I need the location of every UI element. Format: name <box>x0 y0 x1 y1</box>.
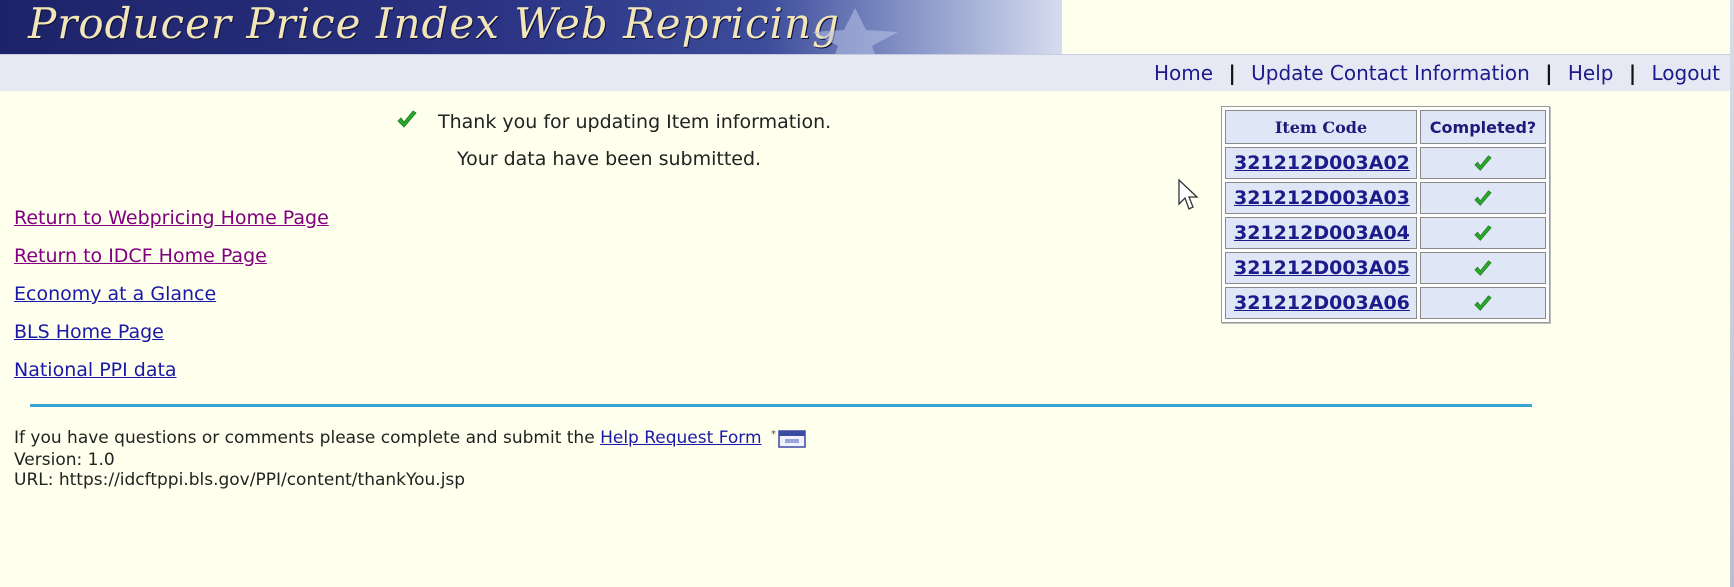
table-row: 321212D003A02 <box>1225 147 1546 179</box>
item-code-link[interactable]: 321212D003A02 <box>1234 152 1410 174</box>
banner-star-graphic <box>812 8 898 54</box>
section-divider <box>30 404 1532 407</box>
completed-cell <box>1420 217 1546 249</box>
table-row: 321212D003A05 <box>1225 252 1546 284</box>
side-links: Return to Webpricing Home Page Return to… <box>14 207 329 397</box>
mouse-cursor-icon <box>1178 178 1199 210</box>
header-banner: Producer Price Index Web Repricing <box>0 0 1062 54</box>
top-nav-bar: Home | Update Contact Information | Help… <box>0 54 1730 91</box>
table-row: 321212D003A06 <box>1225 287 1546 319</box>
nav-update-contact-link[interactable]: Update Contact Information <box>1251 61 1530 85</box>
nav-help-link[interactable]: Help <box>1568 61 1614 85</box>
nav-separator: | <box>1628 61 1637 85</box>
completed-cell <box>1420 182 1546 214</box>
nav-separator: | <box>1228 61 1236 85</box>
item-code-cell: 321212D003A03 <box>1225 182 1417 214</box>
completed-cell <box>1420 287 1546 319</box>
link-webpricing-home[interactable]: Return to Webpricing Home Page <box>14 207 329 229</box>
app-title: Producer Price Index Web Repricing <box>28 0 840 48</box>
check-icon <box>397 110 417 128</box>
completed-cell <box>1420 147 1546 179</box>
item-code-link[interactable]: 321212D003A03 <box>1234 187 1410 209</box>
column-header-item-code: Item Code <box>1225 110 1417 144</box>
link-economy-at-a-glance[interactable]: Economy at a Glance <box>14 283 329 305</box>
svg-text:*: * <box>771 429 776 440</box>
link-idcf-home[interactable]: Return to IDCF Home Page <box>14 245 329 267</box>
nav-links: Home | Update Contact Information | Help… <box>1154 61 1720 85</box>
submission-message: Your data have been submitted. <box>457 148 762 170</box>
nav-separator: | <box>1545 61 1553 85</box>
link-national-ppi-data[interactable]: National PPI data <box>14 359 329 381</box>
check-icon <box>1474 295 1492 311</box>
table-row: 321212D003A04 <box>1225 217 1546 249</box>
item-code-link[interactable]: 321212D003A05 <box>1234 257 1410 279</box>
item-code-link[interactable]: 321212D003A06 <box>1234 292 1410 314</box>
table-row: 321212D003A03 <box>1225 182 1546 214</box>
item-code-cell: 321212D003A06 <box>1225 287 1417 319</box>
window-edge <box>1730 0 1734 587</box>
item-code-cell: 321212D003A04 <box>1225 217 1417 249</box>
column-header-completed: Completed? <box>1420 110 1546 144</box>
nav-logout-link[interactable]: Logout <box>1652 61 1720 85</box>
item-code-cell: 321212D003A05 <box>1225 252 1417 284</box>
completed-cell <box>1420 252 1546 284</box>
check-icon <box>1474 190 1492 206</box>
help-request-line: If you have questions or comments please… <box>14 428 807 450</box>
footer: If you have questions or comments please… <box>14 428 807 490</box>
item-code-link[interactable]: 321212D003A04 <box>1234 222 1410 244</box>
help-request-text: If you have questions or comments please… <box>14 428 595 448</box>
url-text: URL: https://idcftppi.bls.gov/PPI/conten… <box>14 470 466 490</box>
new-window-icon[interactable]: * <box>771 428 807 450</box>
item-status-table: Item Code Completed? 321212D003A02 32121… <box>1221 106 1550 323</box>
nav-home-link[interactable]: Home <box>1154 61 1213 85</box>
version-text: Version: 1.0 <box>14 450 115 470</box>
item-code-cell: 321212D003A02 <box>1225 147 1417 179</box>
check-icon <box>1474 260 1492 276</box>
help-request-form-link[interactable]: Help Request Form <box>600 428 761 448</box>
check-icon <box>1474 155 1492 171</box>
confirmation-message: Thank you for updating Item information. <box>438 111 832 133</box>
table-header-row: Item Code Completed? <box>1225 110 1546 144</box>
check-icon <box>1474 225 1492 241</box>
link-bls-home[interactable]: BLS Home Page <box>14 321 329 343</box>
